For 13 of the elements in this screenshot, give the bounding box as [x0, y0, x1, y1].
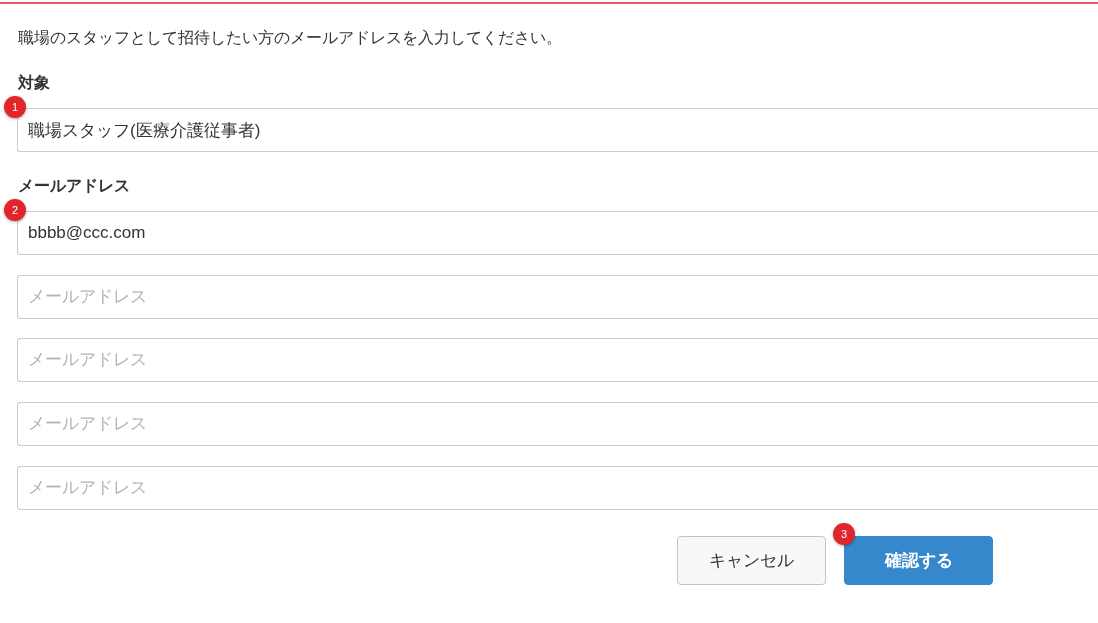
step-marker: 2: [4, 199, 26, 221]
field-label: メールアドレス: [18, 176, 131, 196]
target-field[interactable]: 職場スタッフ(医療介護従事者): [17, 108, 1098, 152]
instruction-text: 職場のスタッフとして招待したい方のメールアドレスを入力してください。: [18, 28, 563, 48]
field-label: 対象: [18, 73, 51, 93]
cancel-button[interactable]: キャンセル: [677, 535, 826, 585]
email-field[interactable]: メールアドレス: [17, 465, 1098, 510]
email-field[interactable]: bbbb@ccc.com: [17, 211, 1098, 255]
step-marker: 1: [4, 96, 26, 118]
email-field[interactable]: メールアドレス: [17, 274, 1098, 319]
step-marker: 3: [833, 522, 855, 545]
email-field[interactable]: メールアドレス: [17, 402, 1098, 447]
email-field[interactable]: メールアドレス: [17, 338, 1098, 383]
